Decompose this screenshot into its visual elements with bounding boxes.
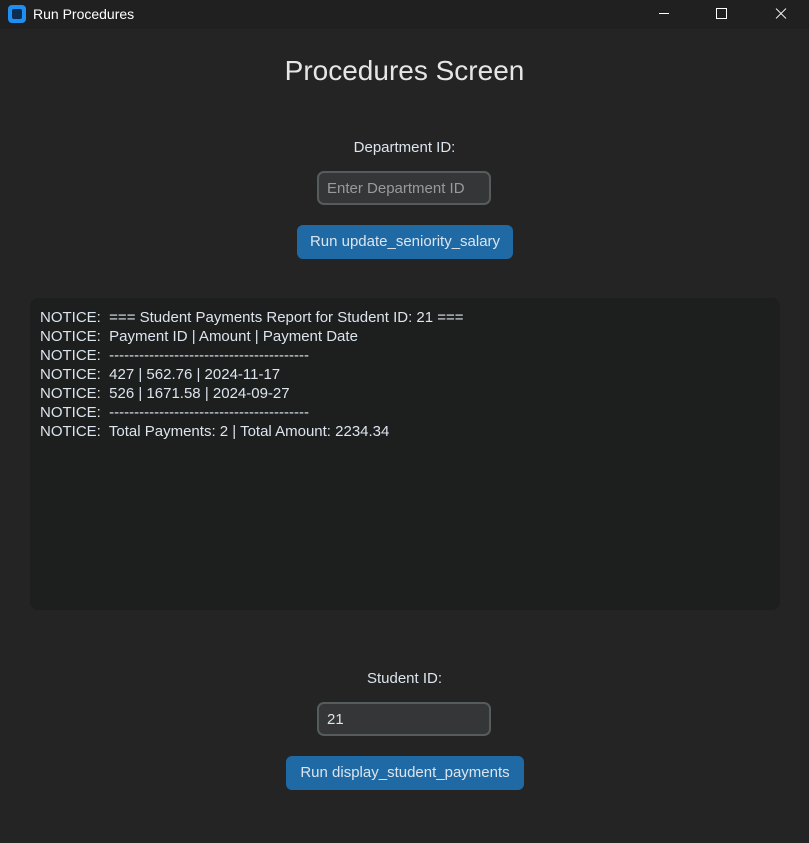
window-title: Run Procedures bbox=[33, 6, 135, 22]
output-line: NOTICE: 427 | 562.76 | 2024-11-17 bbox=[40, 366, 281, 383]
page-title: Procedures Screen bbox=[284, 55, 525, 86]
output-line: NOTICE: Total Payments: 2 | Total Amount… bbox=[40, 423, 390, 440]
output-textbox[interactable]: NOTICE: === Student Payments Report for … bbox=[30, 298, 780, 610]
output-line: NOTICE: Payment ID | Amount | Payment Da… bbox=[40, 328, 358, 345]
output-line: NOTICE: === Student Payments Report for … bbox=[40, 309, 464, 326]
run-update-seniority-salary-button[interactable]: Run update_seniority_salary bbox=[297, 225, 513, 259]
department-id-label: Department ID: bbox=[353, 139, 456, 156]
maximize-icon[interactable] bbox=[693, 0, 751, 29]
student-id-input[interactable] bbox=[317, 702, 491, 736]
student-id-label: Student ID: bbox=[366, 670, 443, 687]
output-line: NOTICE: 526 | 1671.58 | 2024-09-27 bbox=[40, 385, 290, 402]
run-display-student-payments-button[interactable]: Run display_student_payments bbox=[286, 756, 524, 790]
output-line: NOTICE: --------------------------------… bbox=[40, 347, 309, 364]
minimize-icon[interactable] bbox=[635, 0, 693, 29]
output-line: NOTICE: --------------------------------… bbox=[40, 404, 309, 421]
app-window: Run Procedures Procedures Screen Departm… bbox=[0, 0, 809, 843]
app-icon bbox=[8, 5, 26, 23]
title-bar[interactable]: Run Procedures bbox=[0, 0, 809, 29]
department-id-input[interactable] bbox=[317, 171, 491, 205]
close-icon[interactable] bbox=[751, 0, 809, 29]
